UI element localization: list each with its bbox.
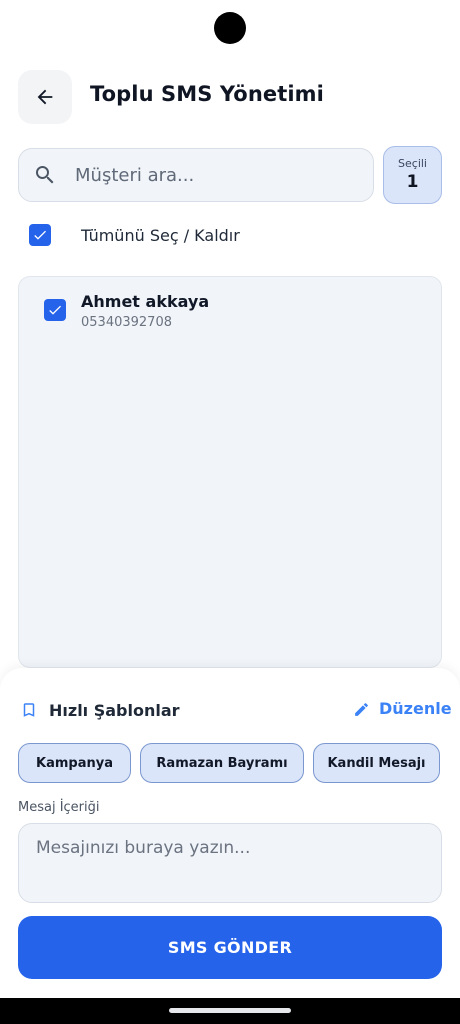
arrow-left-icon [37,89,53,105]
message-box[interactable] [18,823,442,903]
select-all-label[interactable]: Tümünü Seç / Kaldır [81,226,240,245]
search-input[interactable] [75,150,365,200]
selected-count: 1 [406,172,419,192]
selected-count-badge: Seçili 1 [383,146,442,204]
search-icon [36,166,54,184]
template-chip-kandil-mesaji[interactable]: Kandil Mesajı [313,743,440,783]
template-chip-kampanya[interactable]: Kampanya [18,743,131,783]
selected-label: Seçili [398,157,427,170]
customer-list[interactable] [18,276,442,668]
edit-templates-button[interactable]: Düzenle [379,699,452,718]
search-box[interactable] [18,148,374,202]
check-icon [34,230,46,240]
check-icon [49,305,61,315]
template-chip-ramazan-bayrami[interactable]: Ramazan Bayramı [140,743,304,783]
front-camera [214,12,246,44]
message-input[interactable] [36,838,426,890]
templates-title: Hızlı Şablonlar [49,701,180,720]
customer-name: Ahmet akkaya [81,292,210,311]
page-title: Toplu SMS Yönetimi [90,82,324,106]
customer-phone: 05340392708 [81,315,172,330]
back-button[interactable] [18,70,72,124]
message-label: Mesaj İçeriği [18,800,100,815]
send-sms-button[interactable]: SMS GÖNDER [18,916,442,979]
home-indicator[interactable] [169,1008,291,1013]
pencil-icon[interactable] [353,701,370,718]
customer-checkbox[interactable] [44,299,66,321]
select-all-checkbox[interactable] [29,224,51,246]
bookmark-icon [23,703,35,717]
